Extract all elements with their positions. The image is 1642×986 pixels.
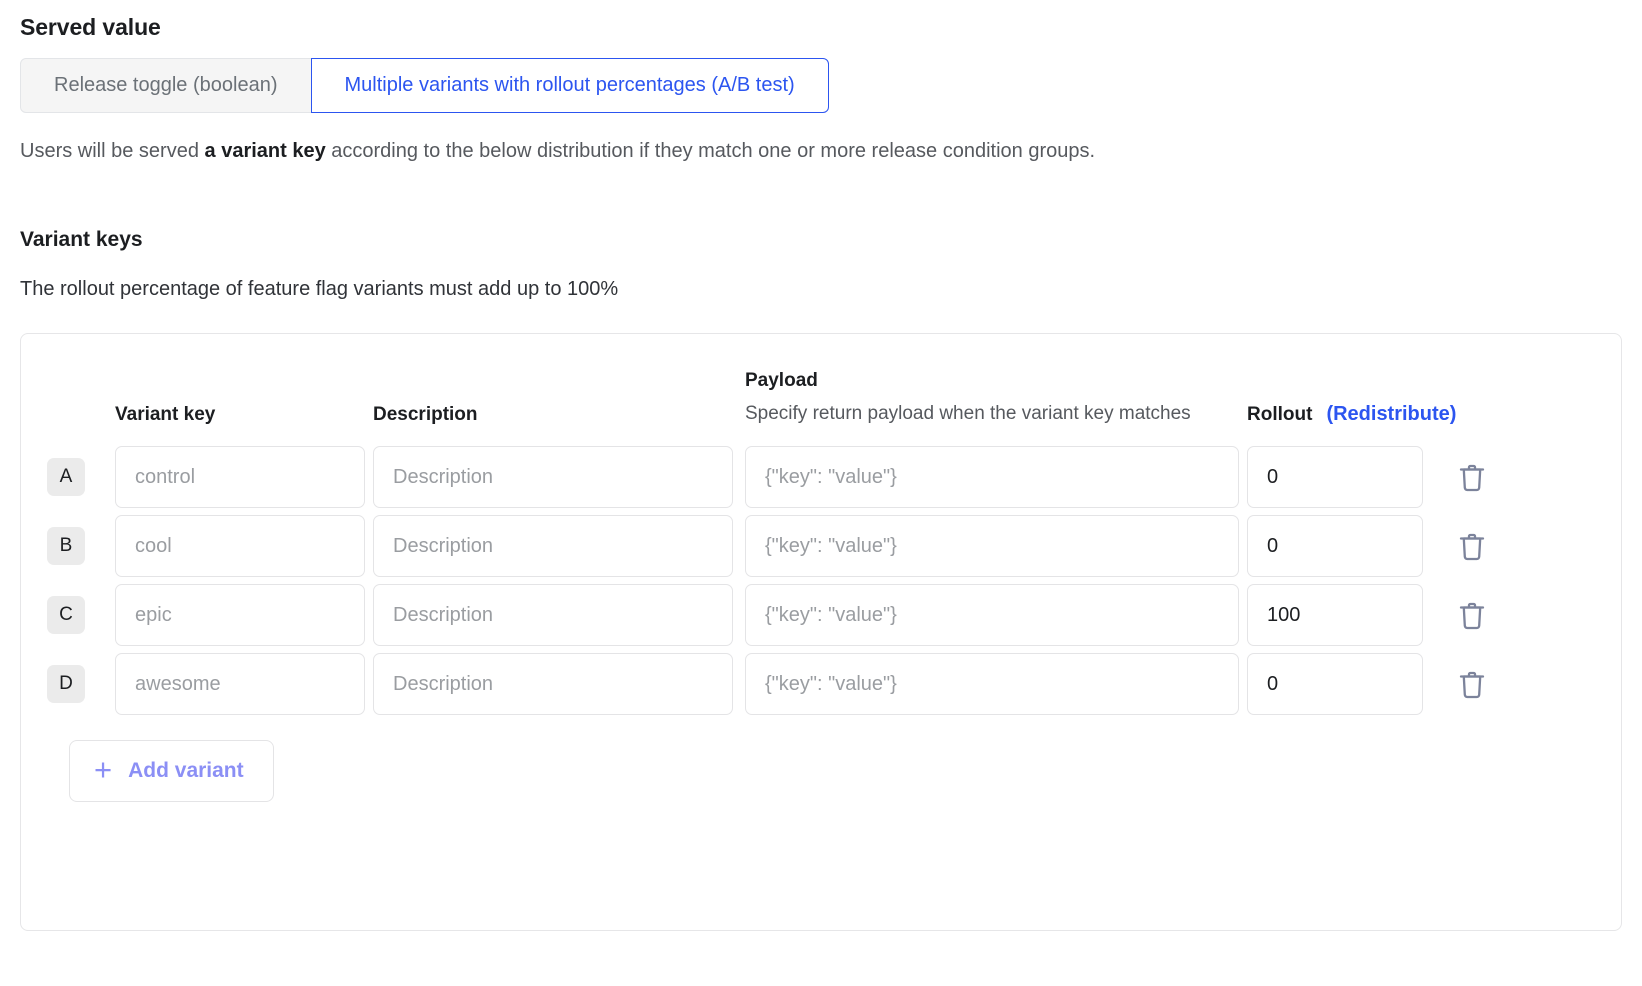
delete-variant-button-d[interactable] bbox=[1453, 663, 1491, 705]
variant-key-input-c[interactable] bbox=[115, 584, 365, 646]
variant-key-input-d[interactable] bbox=[115, 653, 365, 715]
trash-icon bbox=[1459, 462, 1485, 492]
column-header-rollout: Rollout bbox=[1247, 404, 1312, 426]
rollout-input-c[interactable] bbox=[1247, 584, 1423, 646]
delete-cell-a bbox=[1423, 456, 1621, 498]
served-value-toggle-group: Release toggle (boolean) Multiple varian… bbox=[20, 58, 829, 113]
payload-input-d[interactable] bbox=[745, 653, 1239, 715]
variant-badge-a: A bbox=[47, 458, 85, 496]
table-row: C bbox=[21, 584, 1621, 646]
payload-input-b[interactable] bbox=[745, 515, 1239, 577]
lede-prefix: Users will be served bbox=[20, 140, 205, 162]
trash-icon bbox=[1459, 531, 1485, 561]
variant-keys-subtext: The rollout percentage of feature flag v… bbox=[20, 278, 1642, 301]
column-header-variant-key: Variant key bbox=[115, 404, 365, 439]
served-value-description: Users will be served a variant key accor… bbox=[20, 138, 1642, 164]
variant-badge-c: C bbox=[47, 596, 85, 634]
column-header-rollout-group: Rollout (Redistribute) bbox=[1247, 403, 1423, 439]
redistribute-link[interactable]: (Redistribute) bbox=[1326, 403, 1456, 426]
column-header-description: Description bbox=[373, 404, 733, 439]
trash-icon bbox=[1459, 669, 1485, 699]
tab-multiple-variants-ab-test[interactable]: Multiple variants with rollout percentag… bbox=[311, 58, 829, 113]
trash-icon bbox=[1459, 600, 1485, 630]
description-input-b[interactable] bbox=[373, 515, 733, 577]
payload-input-c[interactable] bbox=[745, 584, 1239, 646]
payload-input-a[interactable] bbox=[745, 446, 1239, 508]
add-variant-label: Add variant bbox=[128, 759, 244, 783]
column-header-payload-title: Payload bbox=[745, 370, 1239, 392]
lede-suffix: according to the below distribution if t… bbox=[326, 140, 1095, 162]
delete-variant-button-a[interactable] bbox=[1453, 456, 1491, 498]
column-header-payload-hint: Specify return payload when the variant … bbox=[745, 401, 1215, 426]
lede-emphasis: a variant key bbox=[205, 140, 326, 162]
description-input-d[interactable] bbox=[373, 653, 733, 715]
delete-variant-button-b[interactable] bbox=[1453, 525, 1491, 567]
variant-table-header: Variant key Description Payload Specify … bbox=[21, 362, 1621, 439]
plus-icon: + bbox=[94, 754, 112, 785]
delete-cell-b bbox=[1423, 525, 1621, 567]
add-variant-wrap: + Add variant bbox=[21, 740, 1621, 802]
delete-cell-d bbox=[1423, 663, 1621, 705]
variant-badge-b: B bbox=[47, 527, 85, 565]
table-row: A bbox=[21, 446, 1621, 508]
variant-keys-heading: Variant keys bbox=[20, 228, 1642, 252]
delete-variant-button-c[interactable] bbox=[1453, 594, 1491, 636]
variant-keys-card: Variant key Description Payload Specify … bbox=[20, 333, 1622, 931]
description-input-c[interactable] bbox=[373, 584, 733, 646]
add-variant-button[interactable]: + Add variant bbox=[69, 740, 274, 802]
column-header-payload: Payload Specify return payload when the … bbox=[745, 370, 1239, 439]
variant-badge-d: D bbox=[47, 665, 85, 703]
rollout-input-b[interactable] bbox=[1247, 515, 1423, 577]
table-row: B bbox=[21, 515, 1621, 577]
rollout-input-a[interactable] bbox=[1247, 446, 1423, 508]
delete-cell-c bbox=[1423, 594, 1621, 636]
variant-key-input-a[interactable] bbox=[115, 446, 365, 508]
page-title: Served value bbox=[20, 14, 1642, 41]
variant-key-input-b[interactable] bbox=[115, 515, 365, 577]
rollout-input-d[interactable] bbox=[1247, 653, 1423, 715]
served-value-page: Served value Release toggle (boolean) Mu… bbox=[0, 14, 1642, 931]
tab-release-toggle-boolean[interactable]: Release toggle (boolean) bbox=[20, 58, 312, 113]
table-row: D bbox=[21, 653, 1621, 715]
description-input-a[interactable] bbox=[373, 446, 733, 508]
